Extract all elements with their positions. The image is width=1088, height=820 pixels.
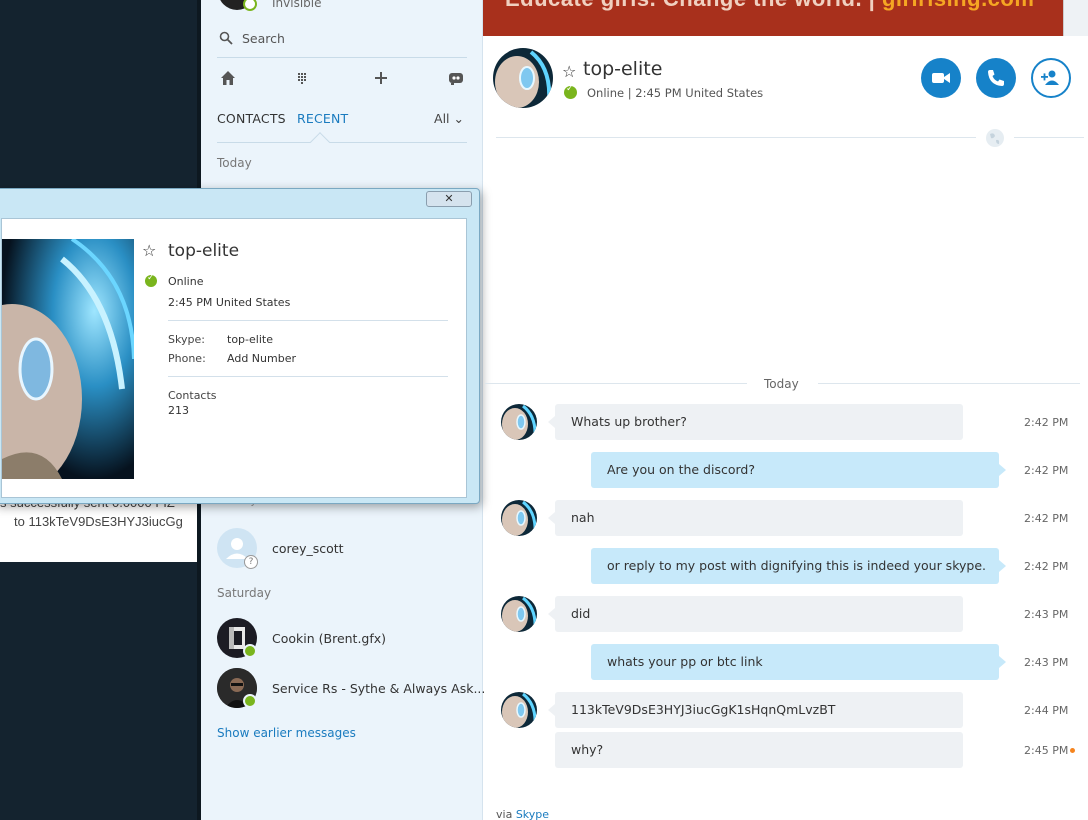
conversation-status: Online | 2:45 PM United States: [587, 86, 764, 100]
video-call-button[interactable]: [921, 58, 961, 98]
online-status-icon: [564, 84, 577, 99]
my-status[interactable]: Invisible: [272, 0, 322, 10]
message-bubble: why?: [555, 732, 963, 768]
message-time: 2:42 PM: [1024, 416, 1069, 429]
background-window-line: to 113kTeV9DsE3HYJ3iucGg: [14, 514, 183, 529]
status-text: Online: [587, 86, 625, 100]
divider: [168, 320, 448, 321]
add-icon[interactable]: [372, 68, 390, 88]
message-time: 2:42 PM: [1024, 560, 1069, 573]
online-status-icon: [243, 644, 257, 658]
ad-banner-text: Educate girls. Change the world. | girlr…: [505, 0, 1034, 12]
filter-label: All: [434, 111, 450, 126]
contact-profile-popup: ✕ ☆ top-elite Online 2:45 PM United Stat…: [0, 188, 480, 504]
message-bubble: or reply to my post with dignifying this…: [591, 548, 1006, 584]
header-divider: [1014, 137, 1084, 138]
message-bubble: Whats up brother?: [548, 404, 963, 440]
contact-avatar[interactable]: [501, 404, 537, 440]
window-edge: [1063, 0, 1088, 36]
via-prefix: via: [496, 808, 513, 820]
section-saturday: Saturday: [217, 586, 272, 600]
nav-toolbar: [217, 68, 467, 90]
message-time: 2:43 PM: [1024, 608, 1069, 621]
sidebar-item-cookin[interactable]: Cookin (Brent.gfx): [272, 631, 386, 646]
message-bubble: did: [548, 596, 963, 632]
skype-link[interactable]: Skype: [516, 808, 549, 820]
profile-name: top-elite: [168, 241, 240, 261]
message-time: 2:44 PM: [1024, 704, 1069, 717]
conversation-title[interactable]: top-elite: [583, 58, 662, 80]
search-icon: [219, 31, 233, 45]
contact-avatar[interactable]: [501, 596, 537, 632]
message-time: 2:42 PM: [1024, 464, 1069, 477]
bot-icon[interactable]: [447, 68, 465, 88]
unread-indicator: [1070, 748, 1075, 753]
skype-name-link[interactable]: top-elite: [227, 333, 273, 346]
chevron-down-icon: ⌄: [453, 111, 464, 126]
add-number-link[interactable]: Add Number: [227, 352, 296, 365]
contact-avatar[interactable]: [501, 500, 537, 536]
online-status-icon: [145, 273, 157, 287]
filter-dropdown[interactable]: All ⌄: [434, 111, 464, 126]
message-bubble: Are you on the discord?: [591, 452, 1006, 488]
message-bubble: 113kTeV9DsE3HYJ3iucGgK1sHqnQmLvzBT: [548, 692, 963, 728]
skype-label: Skype:: [168, 333, 205, 346]
phone-icon: [988, 70, 1004, 86]
ad-banner[interactable]: Educate girls. Change the world. | girlr…: [483, 0, 1063, 36]
status-detail: 2:45 PM United States: [635, 86, 764, 100]
unknown-status-icon: ?: [244, 555, 258, 569]
show-earlier-link[interactable]: Show earlier messages: [217, 726, 356, 740]
video-camera-icon: [932, 73, 950, 83]
favorite-star-icon[interactable]: ☆: [562, 62, 576, 81]
contact-avatar[interactable]: [493, 48, 553, 108]
message-time: 2:43 PM: [1024, 656, 1069, 669]
profile-photo: [2, 239, 134, 479]
message-bubble: whats your pp or btc link: [591, 644, 1006, 680]
contacts-label: Contacts: [168, 389, 217, 402]
day-divider-label: Today: [764, 377, 799, 391]
sidebar-item-service-rs[interactable]: Service Rs - Sythe & Always Ask...: [272, 681, 485, 696]
profile-status: Online: [168, 275, 204, 288]
day-divider-line: [485, 383, 747, 384]
dialpad-icon[interactable]: [293, 68, 311, 88]
ad-text: Educate girls. Change the world. |: [505, 0, 875, 11]
globe-icon: [986, 129, 1004, 147]
via-footer: via Skype: [496, 808, 549, 820]
contacts-count: 213: [168, 404, 189, 417]
contact-avatar[interactable]: [501, 692, 537, 728]
tab-contacts[interactable]: CONTACTS: [217, 111, 286, 126]
audio-call-button[interactable]: [976, 58, 1016, 98]
header-divider: [496, 137, 976, 138]
close-icon: ✕: [444, 192, 454, 205]
sidebar-item-corey-scott[interactable]: corey_scott: [272, 541, 344, 556]
profile-local-time: 2:45 PM United States: [168, 296, 291, 309]
divider: [168, 376, 448, 377]
tab-recent[interactable]: RECENT: [297, 111, 348, 126]
sidebar-tabs: CONTACTS RECENT All ⌄: [217, 111, 467, 152]
message-time: 2:42 PM: [1024, 512, 1069, 525]
close-button[interactable]: ✕: [426, 191, 472, 207]
search-box[interactable]: Search: [217, 28, 467, 58]
day-divider-line: [818, 383, 1080, 384]
message-bubble: nah: [548, 500, 963, 536]
ad-link-text: girlrising.com: [875, 0, 1034, 11]
search-input[interactable]: Search: [242, 31, 285, 46]
add-person-icon: [1041, 70, 1059, 85]
section-today: Today: [217, 156, 252, 170]
home-icon[interactable]: [219, 68, 237, 88]
phone-label: Phone:: [168, 352, 206, 365]
message-time: 2:45 PM: [1024, 744, 1069, 757]
online-status-icon: [243, 694, 257, 708]
favorite-star-icon[interactable]: ☆: [142, 241, 156, 260]
profile-card: ☆ top-elite Online 2:45 PM United States…: [1, 218, 467, 498]
add-participant-button[interactable]: [1031, 58, 1071, 98]
